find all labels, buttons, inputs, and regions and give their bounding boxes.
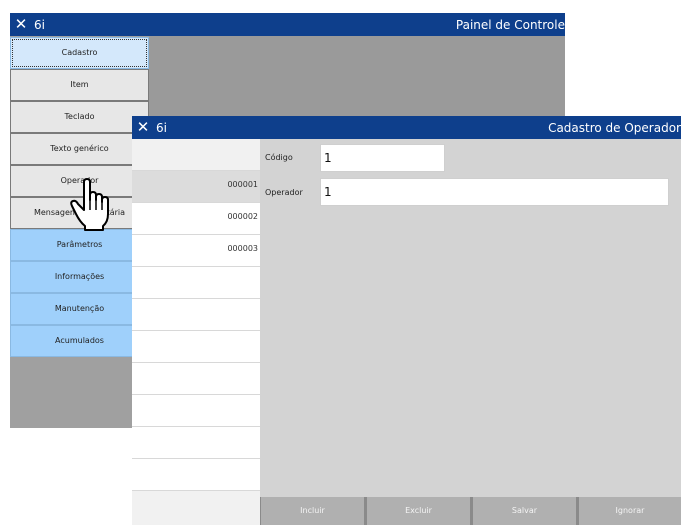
menu-item-parametros[interactable]: Parâmetros bbox=[10, 229, 149, 261]
cadastro-titlebar: ✕ 6i Cadastro de Operador bbox=[132, 116, 681, 139]
list-item-empty[interactable] bbox=[132, 267, 260, 299]
menu-item-informacoes[interactable]: Informações bbox=[10, 261, 149, 293]
panel-app-name: 6i bbox=[34, 18, 45, 32]
close-icon[interactable]: ✕ bbox=[136, 118, 150, 136]
list-item[interactable]: 000001 bbox=[132, 171, 260, 203]
list-item-empty[interactable] bbox=[132, 459, 260, 491]
menu-item-acumulados[interactable]: Acumulados bbox=[10, 325, 149, 357]
menu-item-manutencao[interactable]: Manutenção bbox=[10, 293, 149, 325]
operator-list: 000001 000002 000003 bbox=[132, 139, 260, 525]
operador-label: Operador bbox=[265, 188, 303, 197]
list-item[interactable]: 000002 bbox=[132, 203, 260, 235]
operador-field[interactable]: 1 bbox=[320, 178, 669, 206]
list-item-empty[interactable] bbox=[132, 331, 260, 363]
incluir-button[interactable]: Incluir bbox=[261, 497, 364, 525]
list-header bbox=[132, 139, 260, 171]
excluir-button[interactable]: Excluir bbox=[367, 497, 470, 525]
menu-item-texto-generico[interactable]: Texto genérico bbox=[10, 133, 149, 165]
menu-item-item[interactable]: Item bbox=[10, 69, 149, 101]
panel-sidebar: Cadastro Item Teclado Texto genérico Ope… bbox=[10, 36, 149, 428]
salvar-button[interactable]: Salvar bbox=[473, 497, 576, 525]
ignorar-button[interactable]: Ignorar bbox=[579, 497, 681, 525]
menu-item-cadastro[interactable]: Cadastro bbox=[10, 37, 149, 69]
list-item-empty[interactable] bbox=[132, 299, 260, 331]
hand-pointer-icon bbox=[70, 178, 109, 231]
cadastro-app-name: 6i bbox=[156, 121, 167, 135]
close-icon[interactable]: ✕ bbox=[14, 15, 28, 33]
menu-item-teclado[interactable]: Teclado bbox=[10, 101, 149, 133]
button-bar: Incluir Excluir Salvar Ignorar bbox=[260, 497, 681, 525]
list-item-empty[interactable] bbox=[132, 395, 260, 427]
cadastro-de-operador-window: ✕ 6i Cadastro de Operador 000001 000002 … bbox=[132, 116, 681, 525]
codigo-label: Código bbox=[265, 153, 293, 162]
panel-titlebar: ✕ 6i Painel de Controle bbox=[10, 13, 565, 36]
list-item-empty[interactable] bbox=[132, 427, 260, 459]
list-item-empty[interactable] bbox=[132, 363, 260, 395]
list-item[interactable]: 000003 bbox=[132, 235, 260, 267]
cadastro-title: Cadastro de Operador bbox=[548, 121, 681, 135]
codigo-field[interactable]: 1 bbox=[320, 144, 445, 172]
panel-title: Painel de Controle bbox=[455, 18, 565, 32]
list-footer bbox=[132, 491, 260, 525]
